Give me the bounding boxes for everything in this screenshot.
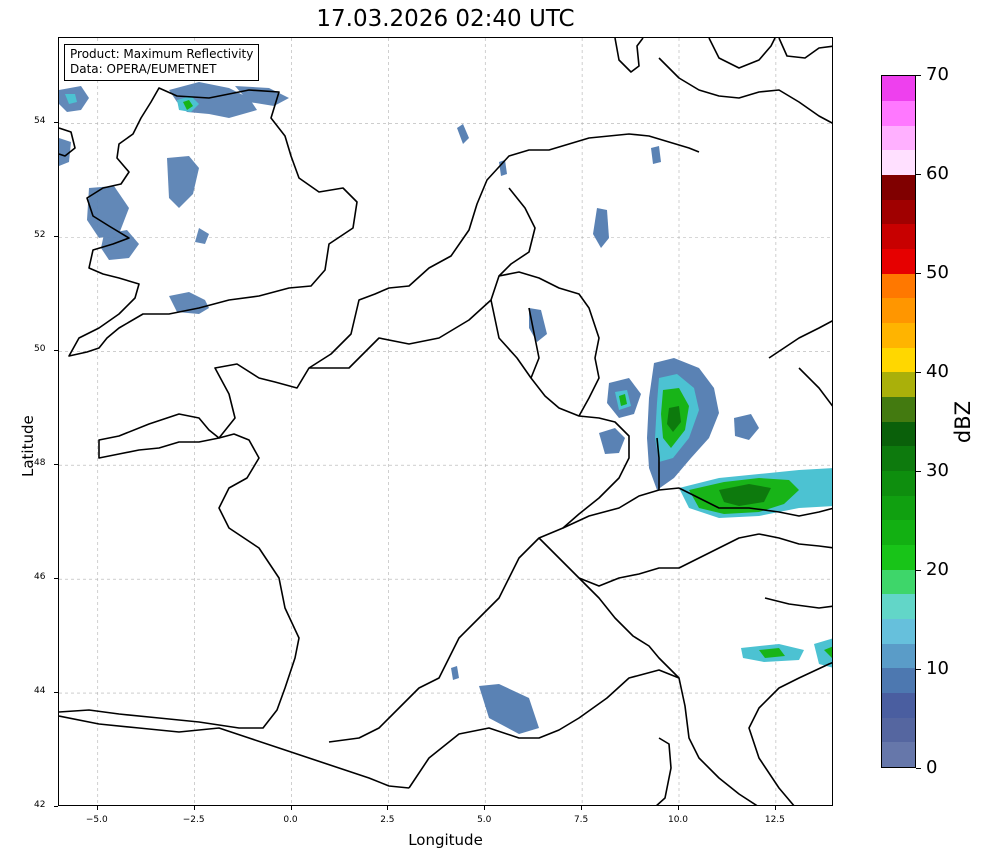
colorbar-tick-mark xyxy=(916,768,921,769)
colorbar-tick-label: 60 xyxy=(926,163,949,184)
y-tick-label: 54 xyxy=(34,116,46,127)
colorbar-tick-mark xyxy=(916,669,921,670)
colorbar-segment xyxy=(882,520,915,545)
y-tick-label: 52 xyxy=(34,230,46,241)
x-tick-label: 2.5 xyxy=(380,815,395,825)
colorbar-segment xyxy=(882,421,915,447)
colorbar-segment xyxy=(882,273,915,299)
colorbar-segment xyxy=(882,100,915,126)
colorbar-segment xyxy=(882,594,915,619)
colorbar-tick-label: 50 xyxy=(926,262,949,283)
y-tick-mark xyxy=(54,236,58,238)
colorbar-segment xyxy=(882,569,915,595)
y-tick-mark xyxy=(54,464,58,466)
y-tick-mark xyxy=(54,578,58,580)
x-tick-mark xyxy=(678,806,679,810)
x-tick-label: 5.0 xyxy=(477,815,492,825)
y-tick-label: 50 xyxy=(34,344,46,355)
colorbar-tick-label: 70 xyxy=(926,64,949,85)
coastlines-borders xyxy=(59,38,832,805)
x-tick-label: 0.0 xyxy=(283,815,298,825)
x-axis-label: Longitude xyxy=(408,831,483,849)
x-tick-mark xyxy=(774,806,776,810)
x-tick-mark xyxy=(96,806,98,810)
colorbar-segment xyxy=(882,372,915,397)
colorbar-segment xyxy=(882,668,915,693)
colorbar-segment xyxy=(882,199,915,225)
colorbar-segment xyxy=(882,347,915,373)
colorbar-segment xyxy=(882,717,915,743)
product-info-box: Product: Maximum Reflectivity Data: OPER… xyxy=(64,44,260,81)
colorbar-tick-mark xyxy=(916,471,921,472)
colorbar-tick-mark xyxy=(916,174,921,175)
colorbar-segment xyxy=(882,224,915,249)
colorbar-segment xyxy=(882,618,915,644)
colorbar-tick-mark xyxy=(916,372,921,373)
colorbar-segment xyxy=(882,174,915,200)
x-tick-mark xyxy=(581,806,583,810)
y-tick-mark xyxy=(54,806,58,807)
colorbar-segment xyxy=(882,322,915,348)
colorbar-tick-label: 30 xyxy=(926,460,949,481)
colorbar-segment xyxy=(882,76,915,101)
x-tick-mark xyxy=(387,806,389,810)
colorbar xyxy=(881,75,916,768)
colorbar-tick-label: 20 xyxy=(926,559,949,580)
x-tick-label: −2.5 xyxy=(182,815,205,825)
radar-map[interactable] xyxy=(58,37,833,806)
product-label: Product: Maximum Reflectivity xyxy=(70,47,254,61)
colorbar-segment xyxy=(882,150,915,175)
colorbar-tick-mark xyxy=(916,273,921,274)
x-tick-label: −5.0 xyxy=(85,815,108,825)
x-tick-mark xyxy=(290,806,292,810)
colorbar-segment xyxy=(882,298,915,323)
x-tick-label: 7.5 xyxy=(573,815,589,825)
colorbar-tick-mark xyxy=(916,570,921,571)
colorbar-tick-label: 10 xyxy=(926,658,949,679)
y-tick-mark xyxy=(54,122,58,124)
colorbar-segment xyxy=(882,470,915,496)
y-tick-label: 46 xyxy=(34,572,46,583)
colorbar-unit-label: dBZ xyxy=(951,400,975,444)
grid-lines xyxy=(59,38,832,805)
colorbar-segment xyxy=(882,248,915,274)
precipitation-overlay xyxy=(59,82,832,734)
colorbar-tick-label: 0 xyxy=(926,757,938,778)
colorbar-segment xyxy=(882,446,915,471)
x-tick-mark xyxy=(484,806,486,810)
x-tick-label: 12.5 xyxy=(764,815,785,825)
colorbar-segment xyxy=(882,396,915,422)
colorbar-tick-label: 40 xyxy=(926,361,949,382)
data-source-label: Data: OPERA/EUMETNET xyxy=(70,62,217,76)
colorbar-segment xyxy=(882,643,915,669)
colorbar-segment xyxy=(882,495,915,521)
y-axis-label: Latitude xyxy=(19,415,37,477)
x-tick-mark xyxy=(193,806,195,810)
y-tick-mark xyxy=(54,692,58,694)
y-tick-mark xyxy=(54,350,58,352)
colorbar-tick-mark xyxy=(916,75,921,76)
colorbar-segment xyxy=(882,125,915,151)
y-tick-label: 42 xyxy=(34,800,46,810)
colorbar-segment xyxy=(882,742,915,767)
x-tick-label: 10.0 xyxy=(667,815,689,825)
colorbar-segment xyxy=(882,692,915,718)
y-tick-label: 44 xyxy=(34,686,46,697)
colorbar-segment xyxy=(882,544,915,570)
map-title: 17.03.2026 02:40 UTC xyxy=(316,6,575,32)
